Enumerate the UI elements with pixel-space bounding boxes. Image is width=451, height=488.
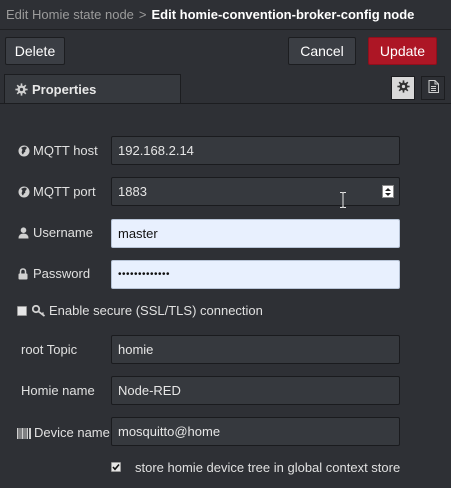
tab-properties[interactable]: Properties (4, 74, 181, 103)
root-topic-label: root Topic (21, 341, 77, 358)
checkmark-icon (112, 463, 120, 471)
mqtt-host-label: MQTT host (18, 142, 98, 159)
root-topic-label-text: root Topic (21, 342, 78, 357)
homie-name-input[interactable]: Node-RED (111, 376, 400, 405)
barcode-icon (17, 427, 31, 439)
device-name-value: mosquitto@home (118, 424, 221, 439)
username-label: Username (18, 224, 93, 241)
mqtt-port-value: 1883 (118, 184, 147, 199)
password-value: ••••••••••••• (118, 269, 171, 280)
mqtt-host-label-text: MQTT host (33, 143, 98, 158)
root-topic-value: homie (118, 342, 154, 357)
homie-name-label: Homie name (21, 382, 95, 399)
cancel-button[interactable]: Cancel (288, 37, 356, 65)
document-icon (428, 80, 439, 96)
update-button[interactable]: Update (368, 37, 437, 65)
device-name-label-text: Device name (34, 425, 110, 440)
username-value: master (118, 226, 158, 241)
description-tab[interactable] (421, 76, 445, 100)
settings-tab[interactable] (391, 76, 415, 100)
username-input[interactable]: master (111, 219, 400, 248)
password-label-text: Password (33, 266, 91, 281)
mqtt-port-label-text: MQTT port (33, 184, 96, 199)
homie-name-label-text: Homie name (21, 383, 95, 398)
delete-button[interactable]: Delete (5, 37, 65, 65)
gear-icon (15, 82, 28, 96)
secure-connection-label: Enable secure (SSL/TLS) connection (31, 302, 263, 319)
mqtt-port-label: MQTT port (18, 183, 96, 200)
homie-name-value: Node-RED (118, 383, 181, 398)
properties-form: MQTT host 192.168.2.14 MQTT port 1883 Us… (0, 104, 451, 488)
number-spinner[interactable] (382, 185, 394, 198)
key-icon (31, 304, 46, 317)
breadcrumb-parent[interactable]: Edit Homie state node (6, 7, 134, 22)
password-input[interactable]: ••••••••••••• (111, 260, 400, 289)
globe-icon (18, 186, 30, 198)
user-icon (18, 226, 30, 239)
device-name-input[interactable]: mosquitto@home (111, 417, 400, 446)
dialog-toolbar: Delete Cancel Update (0, 30, 451, 73)
tabs-row: Properties (0, 74, 451, 104)
store-tree-label: store homie device tree in global contex… (135, 459, 400, 476)
device-name-label: Device name (17, 424, 110, 441)
lock-icon (18, 267, 30, 280)
text-cursor-icon (339, 192, 347, 208)
store-tree-checkbox[interactable] (111, 462, 121, 472)
password-label: Password (18, 265, 90, 282)
store-tree-label-text: store homie device tree in global contex… (135, 460, 401, 475)
tab-properties-label: Properties (32, 81, 97, 97)
mqtt-host-input[interactable]: 192.168.2.14 (111, 136, 400, 165)
page-title: Edit homie-convention-broker-config node (151, 7, 415, 22)
gear-icon (396, 80, 410, 96)
username-label-text: Username (33, 225, 93, 240)
mqtt-host-value: 192.168.2.14 (118, 143, 194, 158)
secure-connection-label-text: Enable secure (SSL/TLS) connection (49, 303, 263, 318)
breadcrumb: Edit Homie state node > Edit homie-conve… (0, 0, 451, 30)
secure-connection-checkbox[interactable] (17, 306, 27, 316)
globe-icon (18, 145, 30, 157)
root-topic-input[interactable]: homie (111, 335, 400, 364)
edit-node-dialog: Edit Homie state node > Edit homie-conve… (0, 0, 451, 488)
breadcrumb-separator: > (138, 7, 147, 22)
mqtt-port-input[interactable]: 1883 (111, 177, 400, 206)
